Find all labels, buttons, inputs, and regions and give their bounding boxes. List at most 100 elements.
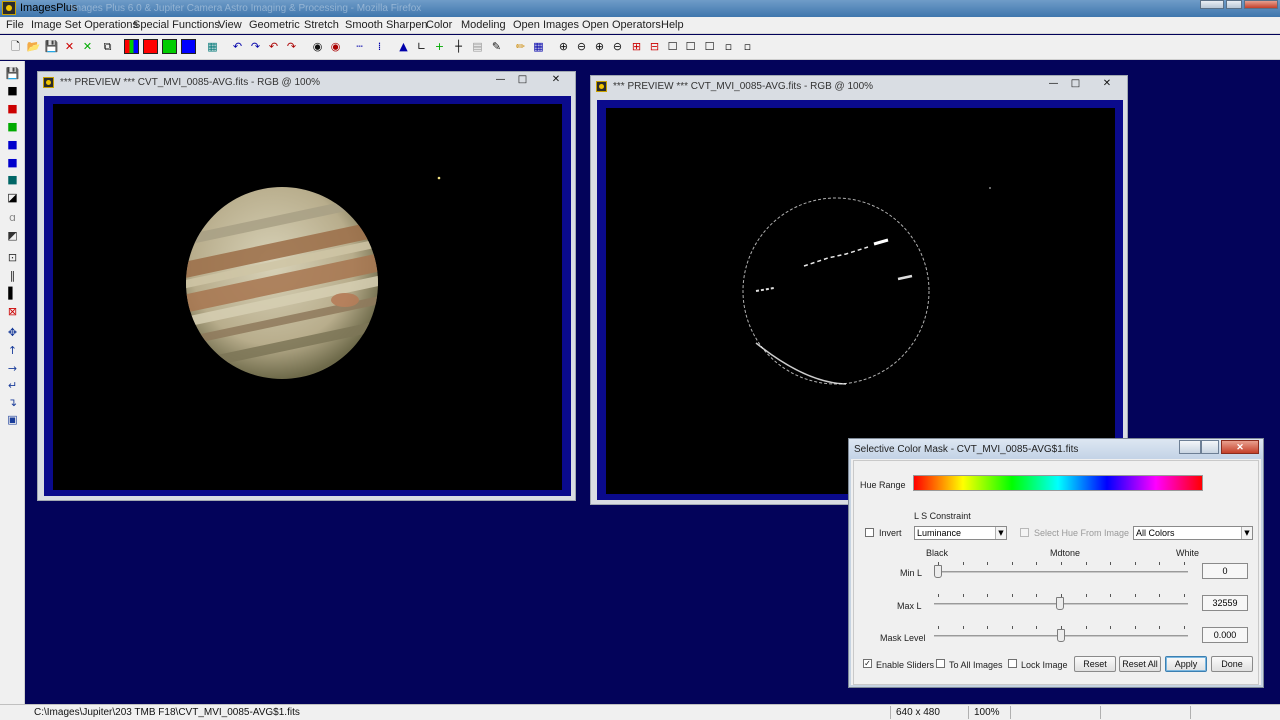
black-level-icon[interactable]: ■	[5, 84, 20, 98]
menu-modeling[interactable]: Modeling	[461, 19, 506, 31]
mask-level-value[interactable]: 0.000	[1202, 627, 1248, 643]
zoom-in-icon[interactable]: ⊕	[556, 39, 571, 54]
black-bar-icon[interactable]: ▌	[5, 287, 20, 301]
circle-select-icon[interactable]: ◉	[310, 39, 325, 54]
mask-level-slider-thumb[interactable]	[1057, 629, 1065, 642]
gradient-icon[interactable]: ◩	[5, 229, 20, 243]
green-level-icon[interactable]: ■	[5, 120, 20, 134]
menu-geometric[interactable]: Geometric	[249, 19, 300, 31]
menu-open-operators[interactable]: Open Operators	[582, 19, 661, 31]
app-close-button[interactable]	[1244, 0, 1278, 9]
cyan-layer-icon[interactable]: ■	[5, 173, 20, 187]
dialog-close-button[interactable]: ✕	[1221, 440, 1259, 454]
red-channel-icon[interactable]	[143, 39, 158, 54]
redo-icon[interactable]: ↷	[248, 39, 263, 54]
hue-range-spectrum[interactable]	[913, 475, 1203, 491]
add-icon[interactable]: ⊞	[629, 39, 644, 54]
point-tool-icon[interactable]: ⁞	[372, 39, 387, 54]
jupiter-image[interactable]	[53, 104, 562, 490]
move-icon[interactable]: ✥	[5, 326, 20, 340]
menu-color[interactable]: Color	[426, 19, 452, 31]
selective-color-mask-dialog[interactable]: Selective Color Mask - CVT_MVI_0085-AVG$…	[848, 438, 1264, 688]
rgb-channels-icon[interactable]	[124, 39, 139, 54]
constraint-select[interactable]: Luminance ▼	[914, 526, 1007, 540]
info-panel-icon[interactable]: ▣	[5, 413, 20, 427]
rotate-left-icon[interactable]: ↵	[5, 379, 20, 393]
blue-level-icon[interactable]: ■	[5, 138, 20, 152]
done-button[interactable]: Done	[1211, 656, 1253, 672]
dialog-maximize-button[interactable]	[1201, 440, 1219, 454]
frame-alt-icon[interactable]: ☐	[683, 39, 698, 54]
circle-mask-icon[interactable]: ◉	[328, 39, 343, 54]
preview-window-left[interactable]: *** PREVIEW *** CVT_MVI_0085-AVG.fits - …	[37, 71, 576, 501]
preview-right-minimize-button[interactable]: —	[1043, 77, 1064, 91]
min-l-slider[interactable]	[934, 562, 1188, 578]
close-image-icon[interactable]: ✕	[62, 39, 77, 54]
save-icon[interactable]: 💾	[44, 39, 59, 54]
app-maximize-button[interactable]	[1226, 0, 1242, 9]
grid-view-icon[interactable]: ▦	[531, 39, 546, 54]
min-l-value[interactable]: 0	[1202, 563, 1248, 579]
blue-channel-icon[interactable]	[181, 39, 196, 54]
blue-layer-icon[interactable]: ■	[5, 156, 20, 170]
reset-all-button[interactable]: Reset All	[1119, 656, 1161, 672]
max-l-slider[interactable]	[934, 594, 1188, 610]
arrow-right-icon[interactable]: →	[5, 362, 20, 376]
menu-file[interactable]: File	[6, 19, 24, 31]
line-tool-icon[interactable]: ┄	[352, 39, 367, 54]
axis-icon[interactable]: ∟	[414, 39, 429, 54]
pencil-icon[interactable]: ✏	[513, 39, 528, 54]
preview-left-maximize-button[interactable]: □	[512, 73, 533, 87]
max-l-slider-thumb[interactable]	[1056, 597, 1064, 610]
grid-icon[interactable]: ▦	[205, 39, 220, 54]
menu-image-set-operations[interactable]: Image Set Operations	[31, 19, 138, 31]
subtract-icon[interactable]: ⊟	[647, 39, 662, 54]
red-level-icon[interactable]: ■	[5, 102, 20, 116]
app-minimize-button[interactable]	[1200, 0, 1224, 9]
zoom-actual-icon[interactable]: ⊖	[610, 39, 625, 54]
mask-level-slider[interactable]	[934, 626, 1188, 642]
colors-select[interactable]: All Colors ▼	[1133, 526, 1253, 540]
crosshair-icon[interactable]: +	[432, 39, 447, 54]
enable-sliders-checkbox[interactable]: ✓	[863, 659, 872, 668]
lock-image-checkbox[interactable]	[1008, 659, 1017, 668]
invert-checkbox[interactable]	[865, 528, 874, 537]
dialog-minimize-button[interactable]	[1179, 440, 1201, 454]
copy-icon[interactable]: ⧉	[100, 39, 115, 54]
preview-right-maximize-button[interactable]: □	[1065, 77, 1086, 91]
to-all-images-checkbox[interactable]	[936, 659, 945, 668]
save-disk-icon[interactable]: 💾	[5, 67, 20, 81]
menu-help[interactable]: Help	[661, 19, 684, 31]
green-channel-icon[interactable]	[162, 39, 177, 54]
mask-preview-image[interactable]	[606, 108, 1115, 494]
max-l-value[interactable]: 32559	[1202, 595, 1248, 611]
open-folder-icon[interactable]: 📂	[26, 39, 41, 54]
menu-smooth-sharpen[interactable]: Smooth Sharpen	[345, 19, 428, 31]
zoom-out-icon[interactable]: ⊖	[574, 39, 589, 54]
undo-all-icon[interactable]: ↶	[266, 39, 281, 54]
menu-view[interactable]: View	[218, 19, 242, 31]
redo-all-icon[interactable]: ↷	[284, 39, 299, 54]
layer-swap-icon[interactable]: ◪	[5, 191, 20, 205]
preview-right-close-button[interactable]: ✕	[1093, 77, 1121, 91]
preview-left-close-button[interactable]: ✕	[542, 73, 570, 87]
close-all-icon[interactable]: ✕	[80, 39, 95, 54]
levels-icon[interactable]: ‖	[5, 269, 20, 283]
reset-button[interactable]: Reset	[1074, 656, 1116, 672]
region-select-icon[interactable]: ⊠	[5, 305, 20, 319]
chart-tool-icon[interactable]: ✎	[489, 39, 504, 54]
arrow-up-icon[interactable]: ↑	[5, 344, 20, 358]
rotate-down-icon[interactable]: ↴	[5, 396, 20, 410]
window-icon[interactable]: ☐	[702, 39, 717, 54]
menu-open-images[interactable]: Open Images	[513, 19, 579, 31]
preview-left-minimize-button[interactable]: —	[490, 73, 511, 87]
histogram-icon[interactable]: ▲	[396, 39, 411, 54]
menu-stretch[interactable]: Stretch	[304, 19, 339, 31]
lasso-icon[interactable]: ɑ	[5, 211, 20, 225]
small-window-icon[interactable]: ▫	[721, 39, 736, 54]
tile-icon[interactable]: ▫	[740, 39, 755, 54]
undo-icon[interactable]: ↶	[230, 39, 245, 54]
selection-box-icon[interactable]: ⊡	[5, 251, 20, 265]
cross-icon[interactable]: ┼	[451, 39, 466, 54]
zoom-fit-icon[interactable]: ⊕	[592, 39, 607, 54]
